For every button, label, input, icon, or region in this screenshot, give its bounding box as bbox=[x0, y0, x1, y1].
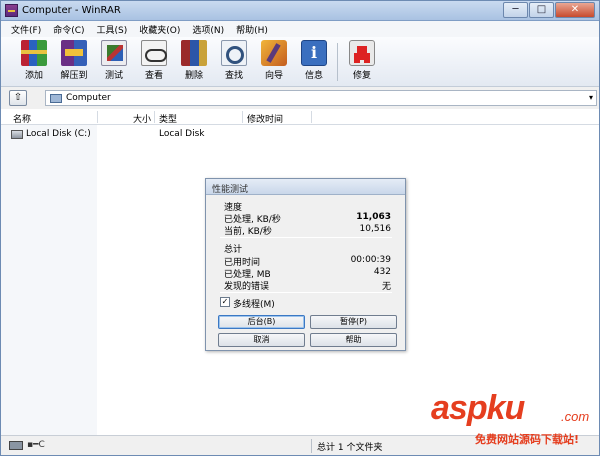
extract-button[interactable]: 解压到 bbox=[53, 39, 95, 85]
pause-button[interactable]: 暂停(P) bbox=[310, 315, 397, 329]
column-divider[interactable] bbox=[311, 111, 312, 123]
current-speed-value: 10,516 bbox=[359, 224, 392, 234]
delete-button[interactable]: 删除 bbox=[173, 39, 215, 85]
add-icon bbox=[21, 40, 47, 66]
wizard-button[interactable]: 向导 bbox=[253, 39, 295, 85]
list-header: 名称 大小 类型 修改时间 bbox=[1, 109, 599, 125]
repair-button[interactable]: 修复 bbox=[341, 39, 383, 85]
address-bar: ⇧ Computer ▾ bbox=[1, 88, 599, 108]
menu-commands[interactable]: 命令(C) bbox=[47, 21, 90, 37]
menu-bar: 文件(F) 命令(C) 工具(S) 收藏夹(O) 选项(N) 帮助(H) bbox=[1, 21, 599, 37]
dialog-title-bar: 性能测试 bbox=[206, 179, 405, 195]
add-button[interactable]: 添加 bbox=[13, 39, 55, 85]
maximize-button[interactable]: □ bbox=[529, 2, 554, 18]
delete-label: 删除 bbox=[184, 71, 203, 81]
multithread-label[interactable]: 多线程(M) bbox=[233, 297, 275, 310]
group-divider bbox=[220, 237, 392, 238]
menu-help[interactable]: 帮助(H) bbox=[230, 21, 274, 37]
site-watermark: aspku .com 免费网站源码下载站! bbox=[425, 389, 597, 446]
view-label: 查看 bbox=[144, 71, 163, 81]
find-button[interactable]: 查找 bbox=[213, 39, 255, 85]
list-item[interactable]: Local Disk (C:) Local Disk bbox=[1, 128, 599, 142]
test-button[interactable]: 测试 bbox=[93, 39, 135, 85]
find-label: 查找 bbox=[224, 71, 243, 81]
column-name[interactable]: 名称 bbox=[13, 112, 31, 125]
find-icon bbox=[221, 40, 247, 66]
hard-disk-icon bbox=[11, 130, 23, 139]
watermark-slogan: 免费网站源码下载站! bbox=[475, 433, 580, 446]
current-speed-label: 当前, KB/秒 bbox=[224, 227, 272, 237]
window-controls: ─ □ ✕ bbox=[502, 2, 595, 19]
computer-icon bbox=[50, 94, 62, 103]
status-summary: 总计 1 个文件夹 bbox=[317, 443, 383, 453]
column-type[interactable]: 类型 bbox=[159, 112, 177, 125]
errors-label: 发现的错误 bbox=[224, 282, 270, 292]
minimize-button[interactable]: ─ bbox=[503, 2, 528, 18]
address-field[interactable]: Computer ▾ bbox=[45, 90, 597, 106]
toolbar: 添加 解压到 测试 查看 删除 查找 向导 信息 bbox=[1, 37, 599, 87]
wizard-label: 向导 bbox=[264, 71, 283, 81]
info-button[interactable]: 信息 bbox=[293, 39, 335, 85]
list-item-type: Local Disk bbox=[159, 129, 205, 139]
extract-label: 解压到 bbox=[60, 71, 88, 81]
title-bar: Computer - WinRAR ─ □ ✕ bbox=[1, 1, 599, 21]
background-button[interactable]: 后台(B) bbox=[218, 315, 305, 329]
close-button[interactable]: ✕ bbox=[555, 2, 595, 18]
group-divider bbox=[220, 292, 392, 293]
benchmark-dialog: 性能测试 速度 已处理, KB/秒 11,063 当前, KB/秒 10,516… bbox=[205, 178, 406, 351]
info-label: 信息 bbox=[304, 71, 323, 81]
cancel-button[interactable]: 取消 bbox=[218, 333, 305, 347]
chevron-down-icon[interactable]: ▾ bbox=[589, 93, 593, 102]
help-button[interactable]: 帮助 bbox=[310, 333, 397, 347]
up-folder-button[interactable]: ⇧ bbox=[9, 90, 27, 106]
drive-icon bbox=[9, 441, 23, 450]
status-divider bbox=[311, 439, 312, 453]
column-divider[interactable] bbox=[97, 111, 98, 123]
test-icon bbox=[101, 40, 127, 66]
watermark-tld: .com bbox=[561, 409, 590, 424]
add-label: 添加 bbox=[24, 71, 43, 81]
view-icon bbox=[141, 40, 167, 66]
elapsed-time-value: 00:00:39 bbox=[350, 255, 391, 265]
winrar-window: Computer - WinRAR ─ □ ✕ 文件(F) 命令(C) 工具(S… bbox=[0, 0, 600, 456]
test-label: 测试 bbox=[104, 71, 123, 81]
window-title: Computer - WinRAR bbox=[22, 5, 121, 16]
column-size[interactable]: 大小 bbox=[133, 112, 151, 125]
menu-favorites[interactable]: 收藏夹(O) bbox=[133, 21, 186, 37]
key-icon: ▪━C bbox=[27, 440, 45, 450]
processed-speed-value: 11,063 bbox=[356, 212, 391, 222]
column-divider[interactable] bbox=[242, 111, 243, 123]
errors-value: 无 bbox=[381, 282, 391, 292]
name-column-background bbox=[1, 125, 97, 435]
column-modified[interactable]: 修改时间 bbox=[247, 112, 283, 125]
menu-tools[interactable]: 工具(S) bbox=[91, 21, 134, 37]
multithread-checkbox[interactable]: ✓ bbox=[220, 297, 230, 307]
info-icon bbox=[301, 40, 327, 66]
list-item-name: Local Disk (C:) bbox=[26, 129, 91, 139]
wizard-icon bbox=[261, 40, 287, 66]
address-path: Computer bbox=[66, 93, 111, 103]
winrar-app-icon bbox=[5, 4, 18, 17]
delete-icon bbox=[181, 40, 207, 66]
processed-mb-value: 432 bbox=[373, 267, 391, 277]
dialog-title: 性能测试 bbox=[212, 185, 249, 195]
total-group-label: 总计 bbox=[224, 245, 243, 255]
repair-label: 修复 bbox=[352, 71, 371, 81]
menu-file[interactable]: 文件(F) bbox=[5, 21, 47, 37]
toolbar-separator bbox=[337, 43, 338, 81]
column-divider[interactable] bbox=[154, 111, 155, 123]
view-button[interactable]: 查看 bbox=[133, 39, 175, 85]
menu-options[interactable]: 选项(N) bbox=[186, 21, 230, 37]
repair-icon bbox=[349, 40, 375, 66]
watermark-brand: aspku bbox=[431, 389, 525, 427]
extract-icon bbox=[61, 40, 87, 66]
